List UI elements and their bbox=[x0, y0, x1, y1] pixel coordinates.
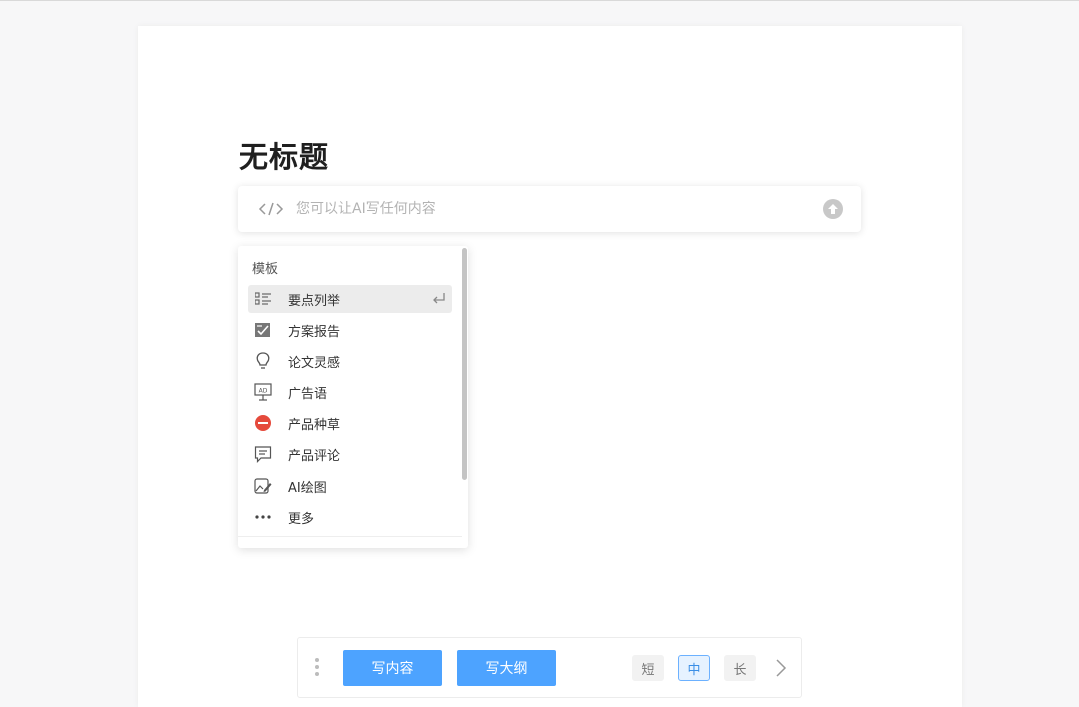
template-menu: 模板 要点列举 方案报告 论文灵感 AD 广告语 产品种草 产品评论 AI绘图 … bbox=[238, 246, 468, 548]
write-outline-button[interactable]: 写大纲 bbox=[457, 650, 556, 686]
menu-scrollbar[interactable] bbox=[462, 248, 467, 480]
menu-item-label: AI绘图 bbox=[288, 480, 327, 496]
menu-item-product-recommend[interactable]: 产品种草 bbox=[248, 409, 452, 437]
lightbulb-icon bbox=[254, 352, 272, 370]
menu-item-product-review[interactable]: 产品评论 bbox=[248, 440, 452, 468]
comment-icon bbox=[254, 445, 272, 463]
menu-item-more[interactable]: 更多 bbox=[248, 503, 452, 531]
menu-item-bullet-list[interactable]: 要点列举 bbox=[248, 285, 452, 313]
menu-item-thesis-ideas[interactable]: 论文灵感 bbox=[248, 347, 452, 375]
menu-item-label: 广告语 bbox=[288, 386, 328, 402]
more-dots-icon bbox=[254, 508, 272, 526]
enter-key-icon bbox=[433, 293, 445, 304]
report-icon bbox=[254, 321, 272, 339]
template-menu-header: 模板 bbox=[252, 262, 279, 277]
menu-item-label: 方案报告 bbox=[288, 324, 341, 340]
menu-item-label: 更多 bbox=[288, 511, 315, 527]
menu-item-label: 产品种草 bbox=[288, 417, 341, 433]
document-title[interactable]: 无标题 bbox=[239, 134, 329, 176]
menu-item-label: 论文灵感 bbox=[288, 355, 341, 371]
menu-item-slogan[interactable]: AD 广告语 bbox=[248, 378, 452, 406]
xiaohongshu-icon bbox=[254, 414, 272, 432]
menu-item-ai-drawing[interactable]: AI绘图 bbox=[248, 472, 452, 500]
ai-prompt-bar bbox=[238, 186, 861, 232]
bullet-list-icon bbox=[254, 290, 272, 308]
write-content-button[interactable]: 写内容 bbox=[343, 650, 442, 686]
drag-handle-icon[interactable] bbox=[314, 658, 320, 678]
send-button[interactable] bbox=[823, 199, 843, 219]
ai-prompt-input[interactable] bbox=[296, 199, 796, 219]
arrow-up-icon bbox=[828, 204, 838, 214]
window-top-border bbox=[0, 0, 1079, 1]
length-short-button[interactable]: 短 bbox=[632, 655, 664, 681]
menu-item-report[interactable]: 方案报告 bbox=[248, 316, 452, 344]
bottom-toolbar: 写内容 写大纲 短 中 长 bbox=[297, 637, 802, 698]
image-edit-icon bbox=[254, 477, 272, 495]
menu-item-label: 要点列举 bbox=[288, 293, 341, 309]
chevron-right-icon[interactable] bbox=[774, 658, 788, 678]
ad-board-icon: AD bbox=[254, 383, 272, 401]
menu-divider bbox=[238, 536, 462, 537]
menu-item-label: 产品评论 bbox=[288, 448, 341, 464]
code-icon bbox=[258, 202, 284, 216]
length-long-button[interactable]: 长 bbox=[724, 655, 756, 681]
svg-text:AD: AD bbox=[259, 388, 268, 395]
length-medium-button[interactable]: 中 bbox=[678, 655, 710, 681]
